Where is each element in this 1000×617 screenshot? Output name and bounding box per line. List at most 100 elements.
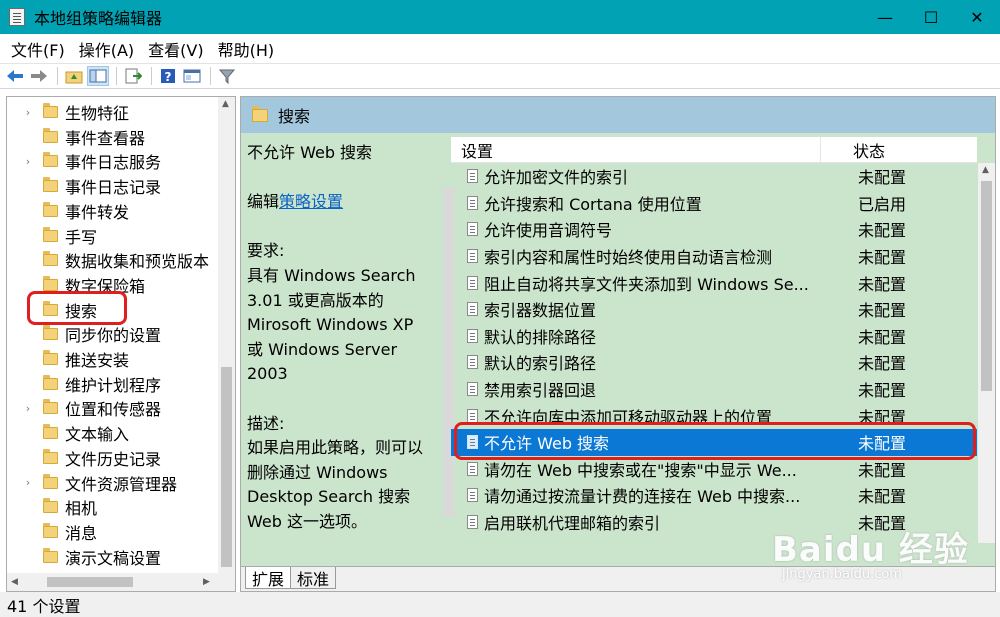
expand-chevron-icon[interactable]: › bbox=[22, 106, 34, 119]
folder-icon bbox=[43, 399, 58, 415]
back-arrow-icon[interactable] bbox=[4, 66, 26, 86]
expand-chevron-icon[interactable]: › bbox=[22, 476, 34, 489]
tree-item[interactable]: 事件日志记录 bbox=[7, 174, 217, 198]
requirements-label: 要求: bbox=[247, 241, 285, 261]
folder-icon bbox=[43, 201, 58, 217]
tree-item[interactable]: 消息 bbox=[7, 520, 217, 544]
menu-help[interactable]: 帮助(H) bbox=[211, 37, 282, 61]
highlight-search-folder bbox=[27, 291, 127, 325]
setting-row[interactable]: 索引内容和属性时始终使用自动语言检测 未配置 bbox=[451, 243, 977, 270]
folder-icon bbox=[43, 226, 58, 242]
policy-setting-icon bbox=[467, 249, 478, 264]
tree-item[interactable]: 手写 bbox=[7, 224, 217, 248]
description-line: Desktop Search 搜索 bbox=[247, 487, 411, 507]
tree-item-label: 相机 bbox=[65, 499, 98, 519]
setting-row[interactable]: 允许加密文件的索引 未配置 bbox=[451, 163, 977, 190]
policy-setting-icon bbox=[467, 195, 478, 210]
setting-row[interactable]: 允许搜索和 Cortana 使用位置 已启用 bbox=[451, 190, 977, 217]
setting-row[interactable]: 默认的索引路径 未配置 bbox=[451, 349, 977, 376]
tree-item[interactable]: › 位置和传感器 bbox=[7, 396, 217, 420]
tree-item[interactable]: 数据收集和预览版本 bbox=[7, 248, 217, 272]
tree-item[interactable]: 文件历史记录 bbox=[7, 446, 217, 470]
setting-row[interactable]: 索引器数据位置 未配置 bbox=[451, 296, 977, 323]
tree-item-label: 推送安装 bbox=[65, 351, 130, 370]
policy-setting-icon bbox=[467, 461, 478, 476]
expand-chevron-icon[interactable]: › bbox=[22, 402, 34, 415]
folder-icon bbox=[43, 522, 58, 538]
tree-hscroll-thumb[interactable] bbox=[47, 577, 133, 587]
policy-setting-icon bbox=[467, 408, 478, 423]
scroll-left-arrow-icon[interactable]: ◀ bbox=[11, 577, 18, 587]
settings-list-scrollbar[interactable]: ▲ bbox=[978, 163, 995, 543]
details-header: 搜索 bbox=[241, 97, 995, 133]
tree-item-label: 数据收集和预览版本 bbox=[65, 252, 210, 272]
toolbar: ? bbox=[0, 63, 1000, 89]
details-pane: 搜索 不允许 Web 搜索 编辑策略设置 要求: 具有 Windows Sear… bbox=[240, 96, 996, 592]
setting-row[interactable]: 允许使用音调符号 未配置 bbox=[451, 216, 977, 243]
menu-file[interactable]: 文件(F) bbox=[4, 37, 72, 61]
settings-list-scroll-thumb[interactable] bbox=[981, 181, 992, 391]
tab-standard[interactable]: 标准 bbox=[290, 567, 337, 589]
tree-item[interactable]: › 事件日志服务 bbox=[7, 149, 217, 173]
tree-item[interactable]: 文本输入 bbox=[7, 421, 217, 445]
description-label: 描述: bbox=[247, 413, 285, 433]
toolbar-separator bbox=[151, 67, 152, 85]
settings-list-header: 设置 状态 bbox=[451, 137, 977, 163]
menu-view[interactable]: 查看(V) bbox=[141, 37, 210, 61]
policy-setting-icon bbox=[467, 515, 478, 530]
show-hide-tree-icon[interactable] bbox=[87, 66, 109, 86]
policy-editor-icon bbox=[9, 8, 25, 26]
scroll-up-arrow-icon[interactable]: ▲ bbox=[222, 99, 229, 109]
folder-icon bbox=[43, 374, 58, 390]
description-title: 不允许 Web 搜索 bbox=[247, 143, 373, 162]
folder-icon bbox=[43, 152, 58, 168]
close-button[interactable]: ✕ bbox=[954, 0, 1000, 34]
forward-arrow-icon[interactable] bbox=[28, 66, 50, 86]
tree-item[interactable]: 演示文稿设置 bbox=[7, 545, 217, 569]
maximize-button[interactable]: ☐ bbox=[908, 0, 954, 34]
column-header-setting[interactable]: 设置 bbox=[451, 137, 821, 162]
policy-settings-link[interactable]: 策略设置 bbox=[279, 192, 343, 211]
setting-row[interactable]: 阻止自动将共享文件夹添加到 Windows Se... 未配置 bbox=[451, 269, 977, 296]
tree-item[interactable]: 事件查看器 bbox=[7, 125, 217, 149]
tree-scroll-thumb[interactable] bbox=[221, 367, 232, 567]
setting-row[interactable]: 请勿通过按流量计费的连接在 Web 中搜索... 未配置 bbox=[451, 482, 977, 509]
setting-row[interactable]: 禁用索引器回退 未配置 bbox=[451, 376, 977, 403]
folder-icon bbox=[43, 275, 58, 291]
expand-chevron-icon[interactable]: › bbox=[22, 155, 34, 168]
folder-icon bbox=[43, 448, 58, 464]
title-bar: 本地组策略编辑器 — ☐ ✕ bbox=[0, 0, 1000, 34]
toolbar-separator bbox=[57, 67, 58, 85]
folder-icon bbox=[43, 547, 58, 563]
tree-item[interactable]: › 文件资源管理器 bbox=[7, 471, 217, 495]
setting-row[interactable]: 默认的排除路径 未配置 bbox=[451, 323, 977, 350]
menu-action[interactable]: 操作(A) bbox=[72, 37, 141, 61]
tree-vertical-scrollbar[interactable]: ▲ bbox=[218, 97, 235, 573]
tree-item-label: 文件资源管理器 bbox=[65, 474, 178, 494]
description-line: 删除通过 Windows bbox=[247, 462, 388, 482]
minimize-button[interactable]: — bbox=[862, 0, 908, 34]
folder-icon bbox=[43, 498, 58, 514]
tree-item-label: 位置和传感器 bbox=[65, 400, 162, 420]
tree-item[interactable]: › 生物特征 bbox=[7, 100, 217, 124]
toolbar-separator bbox=[116, 67, 117, 85]
tree-item[interactable]: 维护计划程序 bbox=[7, 372, 217, 396]
tree-item[interactable]: 同步你的设置 bbox=[7, 322, 217, 346]
requirements-line: 具有 Windows Search bbox=[247, 265, 416, 285]
tree-horizontal-scrollbar[interactable]: ◀ ▶ bbox=[7, 573, 235, 591]
tab-extended[interactable]: 扩展 bbox=[245, 567, 292, 589]
up-folder-icon[interactable] bbox=[63, 66, 85, 86]
folder-icon bbox=[43, 424, 58, 440]
tree-item[interactable]: 相机 bbox=[7, 495, 217, 519]
export-list-icon[interactable] bbox=[122, 66, 144, 86]
column-header-state[interactable]: 状态 bbox=[821, 138, 885, 162]
tree-item[interactable]: 事件转发 bbox=[7, 199, 217, 223]
properties-icon[interactable] bbox=[181, 66, 203, 86]
tree-item[interactable]: 推送安装 bbox=[7, 347, 217, 371]
scroll-right-arrow-icon[interactable]: ▶ bbox=[203, 577, 210, 587]
requirements-line: Mirosoft Windows XP bbox=[247, 315, 414, 335]
scroll-up-arrow-icon[interactable]: ▲ bbox=[982, 165, 989, 175]
policy-setting-icon bbox=[467, 302, 478, 317]
filter-icon[interactable] bbox=[216, 66, 238, 86]
help-icon[interactable]: ? bbox=[157, 66, 179, 86]
